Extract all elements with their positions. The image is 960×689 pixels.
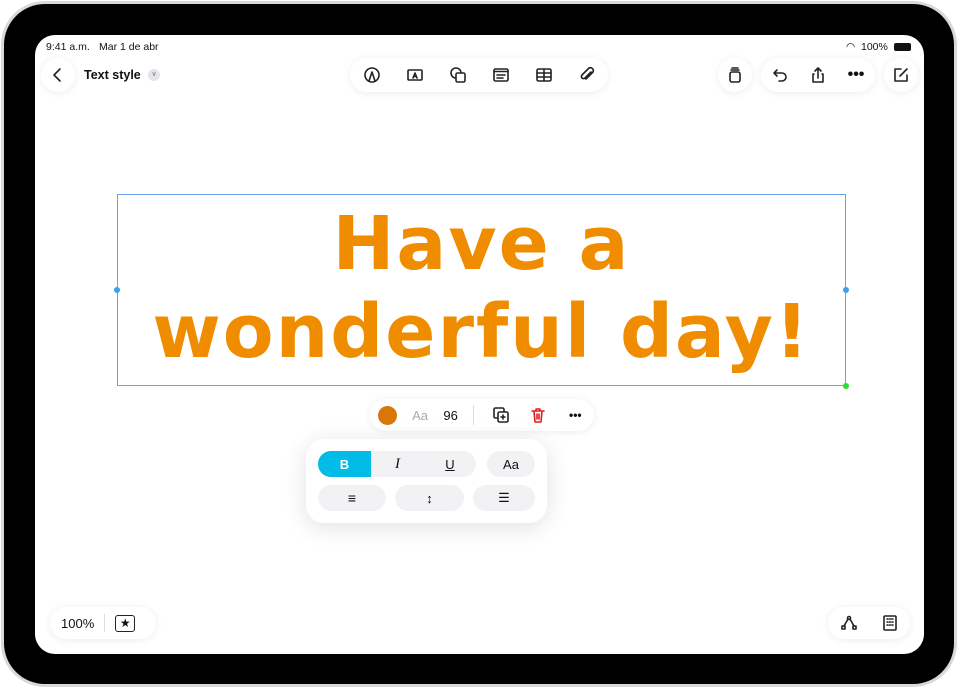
back-button[interactable] bbox=[41, 58, 75, 92]
page-title: Text style bbox=[84, 68, 141, 82]
undo-icon[interactable] bbox=[769, 64, 791, 86]
insert-toolbar bbox=[350, 58, 608, 92]
favorites-star-icon[interactable]: ★ bbox=[115, 614, 136, 632]
align-center-button[interactable]: ≡ bbox=[318, 485, 386, 511]
resize-handle-corner[interactable] bbox=[843, 383, 849, 389]
more-icon[interactable]: ••• bbox=[564, 404, 586, 426]
paintbrush-icon bbox=[724, 64, 746, 86]
view-controls bbox=[828, 607, 910, 639]
title-dropdown-chevron-icon[interactable]: ∨ bbox=[148, 69, 160, 81]
text-popover: Aa 96 ••• bbox=[370, 399, 594, 431]
text-box-icon[interactable] bbox=[404, 64, 426, 86]
paperclip-icon[interactable] bbox=[576, 64, 598, 86]
chevron-left-icon bbox=[47, 64, 69, 86]
more-icon[interactable]: ••• bbox=[845, 64, 867, 86]
divider bbox=[104, 614, 106, 632]
text-case-button[interactable]: Aa bbox=[487, 451, 535, 477]
duplicate-icon[interactable] bbox=[490, 404, 512, 426]
italic-button[interactable]: I bbox=[371, 451, 424, 477]
pen-circle-icon[interactable] bbox=[361, 64, 383, 86]
list-button[interactable]: ☰ bbox=[473, 485, 535, 511]
actions-toolbar: ••• bbox=[761, 58, 875, 92]
wifi-icon: ◠ bbox=[846, 41, 856, 53]
underline-button[interactable]: U bbox=[424, 451, 476, 477]
divider bbox=[473, 405, 475, 425]
grid-icon[interactable] bbox=[879, 612, 901, 634]
font-button[interactable]: Aa bbox=[412, 408, 428, 423]
table-icon[interactable] bbox=[533, 64, 555, 86]
bold-button[interactable]: B bbox=[318, 451, 371, 477]
compose-icon bbox=[890, 64, 912, 86]
bullet-list-icon: ☰ bbox=[498, 490, 510, 505]
canvas-text[interactable]: Have a wonderful day! bbox=[117, 200, 846, 376]
vertical-align-button[interactable]: ↕ bbox=[395, 485, 464, 511]
battery-level: 100% bbox=[861, 41, 888, 53]
connection-icon[interactable] bbox=[838, 612, 860, 634]
status-time: 9:41 a.m. bbox=[46, 41, 90, 53]
zoom-level[interactable]: 100% bbox=[61, 616, 94, 631]
media-icon[interactable] bbox=[490, 64, 512, 86]
compose-button[interactable] bbox=[884, 58, 918, 92]
text-line-2: wonderful day! bbox=[152, 289, 811, 375]
align-center-icon: ≡ bbox=[347, 490, 357, 506]
font-size[interactable]: 96 bbox=[443, 408, 457, 423]
zoom-control: 100% ★ bbox=[50, 607, 156, 639]
screen: 9:41 a.m. Mar 1 de abr ◠ 100% Text style… bbox=[35, 35, 924, 654]
battery-icon bbox=[894, 43, 911, 51]
share-icon[interactable] bbox=[807, 64, 829, 86]
color-swatch[interactable] bbox=[377, 405, 397, 425]
vertical-center-icon: ↕ bbox=[426, 490, 433, 506]
trash-icon[interactable] bbox=[527, 404, 549, 426]
format-button[interactable] bbox=[718, 58, 752, 92]
status-date: Mar 1 de abr bbox=[99, 41, 159, 53]
style-panel: B I U Aa ≡ ↕ ☰ bbox=[306, 439, 547, 523]
text-line-1: Have a bbox=[332, 201, 631, 287]
shapes-icon[interactable] bbox=[447, 64, 469, 86]
